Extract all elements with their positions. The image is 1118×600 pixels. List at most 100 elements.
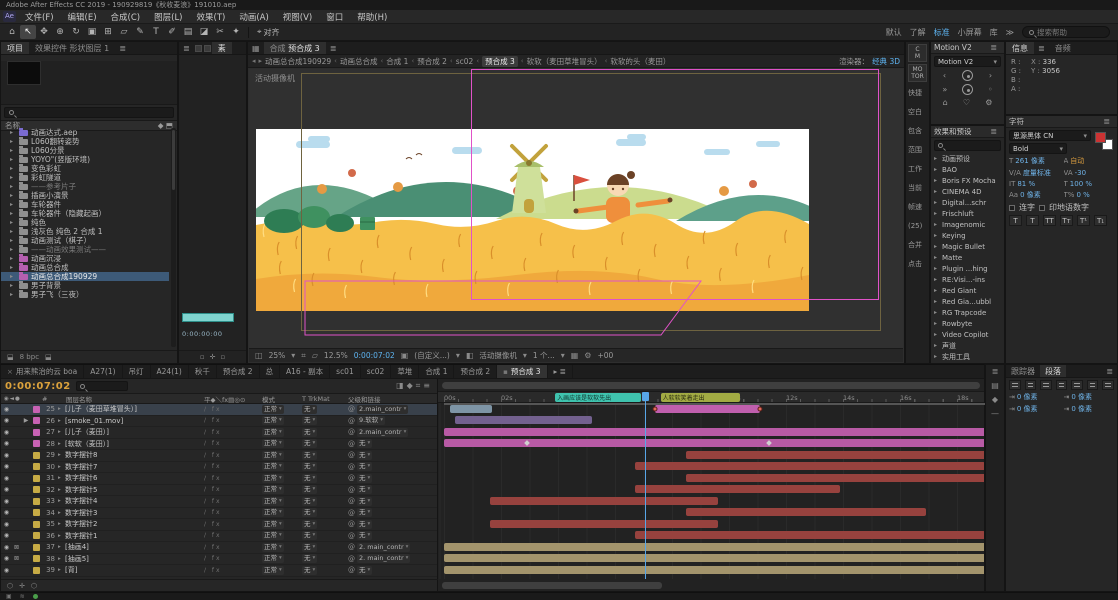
pickwhip-icon[interactable]: @ — [348, 417, 355, 425]
effects-group[interactable]: ▸ Video Copilot — [931, 329, 1004, 340]
preview-option-label[interactable]: (25) — [906, 217, 929, 236]
layer-duration-bar[interactable] — [489, 496, 718, 505]
label-color[interactable] — [31, 428, 42, 436]
field-value[interactable]: 0 像素 — [1071, 392, 1092, 402]
twisty-icon[interactable]: ▸ — [934, 342, 940, 349]
layer-row[interactable]: ◉ 39 ▸ [背] ∕ fx 正常 ▾ 无 ▾ @ 无 ▾ — [1, 565, 437, 577]
breadcrumb-item[interactable]: 软软的头（麦田） — [610, 56, 670, 67]
pickwhip-icon[interactable]: @ — [348, 543, 355, 551]
scrollbar-thumb[interactable] — [172, 130, 175, 190]
layer-switches[interactable]: ∕ fx — [204, 429, 262, 436]
mode-select[interactable]: 正常 ▾ — [262, 416, 284, 426]
twisty-icon[interactable]: ▸ — [934, 287, 940, 294]
parent-select[interactable]: 无 ▾ — [357, 565, 373, 575]
zoom-tool[interactable]: ⊕ — [52, 25, 68, 39]
tab-效果控件 形状图层 1[interactable]: 效果控件 形状图层 1 — [29, 42, 115, 54]
layer-switches[interactable]: ∕ fx — [204, 567, 262, 574]
project-item[interactable]: ▸ 彩虹隧道 — [1, 173, 169, 182]
project-item[interactable]: ▸ 浅灰色 纯色 2 合成 1 — [1, 227, 169, 236]
layer-duration-bar[interactable] — [686, 508, 926, 516]
twisty-icon[interactable]: ▸ — [934, 221, 940, 228]
twisty-icon[interactable]: ▸ — [10, 201, 16, 208]
workspace-默认[interactable]: 默认 — [886, 27, 902, 38]
parent-select[interactable]: 2.main_contr ▾ — [357, 404, 409, 414]
mode-select[interactable]: 正常 ▾ — [262, 519, 284, 529]
resolution-select[interactable]: 12.5% — [324, 351, 348, 360]
eye-icon[interactable]: ◉ — [1, 486, 12, 493]
align-button[interactable] — [1009, 380, 1021, 390]
twisty-icon[interactable]: ▸ — [58, 464, 65, 470]
layer-name-header[interactable]: 图层名称 — [58, 394, 204, 404]
snap-toggle[interactable]: ⌖ 对齐 — [257, 27, 280, 38]
effects-group[interactable]: ▸ 声道 — [931, 340, 1004, 351]
layer-duration-bar[interactable] — [489, 519, 718, 528]
layer-name[interactable]: [背] — [65, 565, 204, 575]
twisty-icon[interactable]: ▸ — [58, 498, 65, 504]
parent-select[interactable]: 无 ▾ — [357, 519, 373, 529]
twisty-icon[interactable]: ▸ — [934, 276, 940, 283]
renderer-select[interactable]: 经典 3D — [872, 56, 900, 67]
shape-tool[interactable]: ▱ — [116, 25, 132, 39]
timeline-search-input[interactable] — [75, 381, 128, 391]
twisty-icon[interactable]: ▸ — [934, 232, 940, 239]
comp-tab[interactable]: 合成 1 — [419, 365, 455, 378]
layer-switches[interactable]: ∕ fx — [204, 532, 262, 539]
twisty-icon[interactable]: ▸ — [58, 544, 65, 550]
layer-row[interactable]: ◉ 27 ▸ [儿子（麦田）] ∕ fx 正常 ▾ 无 ▾ @2.main_contr ▾ — [1, 427, 437, 439]
eye-icon[interactable]: ◉ — [1, 498, 12, 505]
paragraph-field[interactable]: ⇥ 0 像素 — [1064, 392, 1115, 402]
label-color[interactable] — [31, 405, 42, 413]
layer-name[interactable]: [抽画4] — [65, 542, 204, 552]
effects-group[interactable]: ▸ Keying — [931, 230, 1004, 241]
twisty-icon[interactable]: ▸ — [58, 556, 65, 562]
field-value[interactable]: 81 % — [1017, 180, 1035, 188]
roto-brush-tool[interactable]: ✂ — [212, 25, 228, 39]
eye-icon[interactable]: ◉ — [1, 521, 12, 528]
menu-item[interactable]: 合成(C) — [104, 11, 148, 23]
menu-item[interactable]: 动画(A) — [232, 11, 275, 23]
flowchart-icon[interactable]: ⬓ — [45, 353, 52, 361]
mode-select[interactable]: 正常 ▾ — [262, 404, 284, 414]
mode-select[interactable]: 正常 ▾ — [262, 473, 284, 483]
mode-select[interactable]: 正常 ▾ — [262, 462, 284, 472]
orbit-tool[interactable]: ↻ — [68, 25, 84, 39]
eye-icon[interactable]: ◉ — [1, 417, 12, 424]
project-item[interactable]: ▸ 纯色 — [1, 218, 169, 227]
layer-duration-bar[interactable] — [444, 427, 984, 436]
timeline-button-icon[interactable]: ⚙ — [584, 351, 591, 360]
panel-menu-icon[interactable]: ≣ — [326, 42, 341, 54]
help-search-input[interactable]: 搜索帮助 — [1022, 26, 1110, 38]
layer-row[interactable]: ◉ 31 ▸ 数字摆针6 ∕ fx 正常 ▾ 无 ▾ @ 无 ▾ — [1, 473, 437, 485]
layer-row[interactable]: ◉ ⊠ 38 ▸ [抽画5] ∕ fx 正常 ▾ 无 ▾ @2. main_contr ▾ — [1, 554, 437, 565]
trkmat-select[interactable]: 无 ▾ — [302, 473, 318, 483]
layer-switches[interactable]: ∕ fx — [204, 555, 262, 562]
align-button[interactable] — [1055, 380, 1068, 390]
project-search-input[interactable] — [4, 107, 174, 118]
mode-select[interactable]: 正常 ▾ — [262, 542, 284, 552]
layer-row[interactable]: ◉ 28 ▸ [软软（麦田）] ∕ fx 正常 ▾ 无 ▾ @ 无 ▾ — [1, 439, 437, 450]
panel-menu-icon[interactable]: ≣ — [115, 42, 130, 54]
camera-preset-select[interactable]: (自定义...) — [414, 350, 450, 361]
hand-tool[interactable]: ✥ — [36, 25, 52, 39]
effects-group[interactable]: ▸ RE:Visi...-ins — [931, 274, 1004, 285]
exposure-value[interactable]: +00 — [597, 351, 613, 360]
project-item[interactable]: ▸ 车轮器件 — [1, 200, 169, 209]
eye-icon[interactable]: ◉ — [1, 440, 12, 447]
project-item[interactable]: ▸ 动画沉浸 — [1, 254, 169, 263]
bit-depth-label[interactable]: 8 bpc — [20, 353, 39, 361]
field-value[interactable]: 261 像素 — [1015, 156, 1045, 166]
layer-name[interactable]: [smoke_01.mov] — [65, 417, 204, 425]
label-color[interactable] — [31, 555, 42, 563]
preview-option-label[interactable]: 合并 — [906, 236, 929, 255]
panel-menu-icon[interactable]: ≣ — [179, 42, 194, 54]
effects-group[interactable]: ▸ Magic Bullet — [931, 241, 1004, 252]
keyframe-icon[interactable] — [652, 406, 658, 412]
layer-duration-bar[interactable] — [444, 542, 984, 551]
tab-composition[interactable]: 合成 预合成 3 — [263, 42, 326, 54]
mask-visibility-icon[interactable]: ▱ — [312, 351, 318, 360]
twisty-icon[interactable]: ▸ — [58, 452, 65, 458]
layer-duration-bar[interactable] — [449, 404, 493, 413]
project-item[interactable]: ▸ 男子飞（三夜） — [1, 290, 169, 299]
field-value[interactable]: 自动 — [1070, 156, 1084, 166]
character-field[interactable]: V/A 度量标准 — [1009, 168, 1060, 178]
